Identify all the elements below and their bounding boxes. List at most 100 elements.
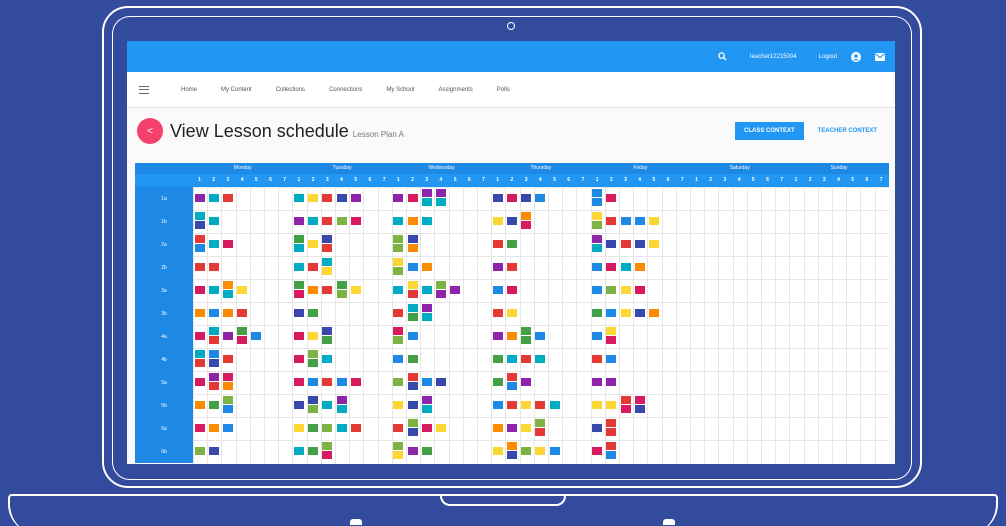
lesson-tile[interactable] <box>208 194 219 202</box>
lesson-tile[interactable] <box>293 332 304 340</box>
lesson-tile[interactable] <box>606 355 617 363</box>
nav-item-my-school[interactable]: My School <box>386 87 414 93</box>
lesson-tile[interactable] <box>308 378 319 386</box>
lesson-tile[interactable] <box>521 355 532 363</box>
lesson-tile[interactable] <box>620 286 631 294</box>
lesson-tile[interactable] <box>194 424 205 432</box>
lesson-tile[interactable] <box>407 244 418 252</box>
nav-item-my-content[interactable]: My Content <box>221 87 252 93</box>
lesson-tile[interactable] <box>393 267 404 275</box>
lesson-tile[interactable] <box>322 217 333 225</box>
lesson-tile[interactable] <box>492 447 503 455</box>
lesson-tile[interactable] <box>208 217 219 225</box>
lesson-tile[interactable] <box>308 194 319 202</box>
lesson-tile[interactable] <box>322 378 333 386</box>
lesson-tile[interactable] <box>393 401 404 409</box>
lesson-tile[interactable] <box>407 401 418 409</box>
lesson-tile[interactable] <box>393 424 404 432</box>
lesson-tile[interactable] <box>407 373 418 381</box>
lesson-tile[interactable] <box>237 309 248 317</box>
lesson-tile[interactable] <box>208 382 219 390</box>
lesson-tile[interactable] <box>208 401 219 409</box>
lesson-tile[interactable] <box>421 304 432 312</box>
lesson-tile[interactable] <box>293 194 304 202</box>
lesson-tile[interactable] <box>208 336 219 344</box>
lesson-tile[interactable] <box>521 401 532 409</box>
lesson-tile[interactable] <box>592 244 603 252</box>
lesson-tile[interactable] <box>322 336 333 344</box>
lesson-tile[interactable] <box>237 336 248 344</box>
lesson-tile[interactable] <box>222 309 233 317</box>
lesson-tile[interactable] <box>194 194 205 202</box>
lesson-tile[interactable] <box>322 451 333 459</box>
lesson-tile[interactable] <box>222 355 233 363</box>
lesson-tile[interactable] <box>634 217 645 225</box>
lesson-tile[interactable] <box>606 428 617 436</box>
lesson-tile[interactable] <box>407 304 418 312</box>
lesson-tile[interactable] <box>421 447 432 455</box>
lesson-tile[interactable] <box>606 309 617 317</box>
lesson-tile[interactable] <box>308 359 319 367</box>
lesson-tile[interactable] <box>620 263 631 271</box>
lesson-tile[interactable] <box>506 355 517 363</box>
lesson-tile[interactable] <box>492 378 503 386</box>
lesson-tile[interactable] <box>450 286 461 294</box>
lesson-tile[interactable] <box>194 263 205 271</box>
lesson-tile[interactable] <box>237 327 248 335</box>
lesson-tile[interactable] <box>194 244 205 252</box>
lesson-tile[interactable] <box>506 286 517 294</box>
lesson-tile[interactable] <box>393 355 404 363</box>
lesson-tile[interactable] <box>634 263 645 271</box>
lesson-tile[interactable] <box>208 263 219 271</box>
lesson-tile[interactable] <box>421 424 432 432</box>
lesson-tile[interactable] <box>222 290 233 298</box>
lesson-tile[interactable] <box>208 359 219 367</box>
lesson-tile[interactable] <box>322 267 333 275</box>
lesson-tile[interactable] <box>208 240 219 248</box>
lesson-tile[interactable] <box>648 240 659 248</box>
lesson-tile[interactable] <box>435 189 446 197</box>
lesson-tile[interactable] <box>606 336 617 344</box>
lesson-tile[interactable] <box>222 405 233 413</box>
lesson-tile[interactable] <box>322 286 333 294</box>
lesson-tile[interactable] <box>336 396 347 404</box>
lesson-tile[interactable] <box>208 350 219 358</box>
lesson-tile[interactable] <box>251 332 262 340</box>
lesson-tile[interactable] <box>222 424 233 432</box>
lesson-tile[interactable] <box>606 327 617 335</box>
lesson-tile[interactable] <box>506 332 517 340</box>
lesson-tile[interactable] <box>222 373 233 381</box>
lesson-tile[interactable] <box>308 424 319 432</box>
lesson-tile[interactable] <box>506 263 517 271</box>
lesson-tile[interactable] <box>237 286 248 294</box>
lesson-tile[interactable] <box>208 373 219 381</box>
lesson-tile[interactable] <box>592 378 603 386</box>
lesson-tile[interactable] <box>606 194 617 202</box>
lesson-tile[interactable] <box>293 290 304 298</box>
lesson-tile[interactable] <box>606 378 617 386</box>
lesson-tile[interactable] <box>293 263 304 271</box>
lesson-tile[interactable] <box>293 424 304 432</box>
lesson-tile[interactable] <box>506 442 517 450</box>
lesson-tile[interactable] <box>308 309 319 317</box>
lesson-tile[interactable] <box>535 355 546 363</box>
lesson-tile[interactable] <box>506 424 517 432</box>
lesson-tile[interactable] <box>322 258 333 266</box>
lesson-tile[interactable] <box>322 442 333 450</box>
lesson-tile[interactable] <box>208 447 219 455</box>
lesson-tile[interactable] <box>350 217 361 225</box>
lesson-tile[interactable] <box>435 290 446 298</box>
lesson-tile[interactable] <box>620 405 631 413</box>
lesson-tile[interactable] <box>592 401 603 409</box>
lesson-tile[interactable] <box>208 424 219 432</box>
lesson-tile[interactable] <box>506 217 517 225</box>
lesson-tile[interactable] <box>492 332 503 340</box>
lesson-tile[interactable] <box>606 401 617 409</box>
lesson-tile[interactable] <box>393 309 404 317</box>
lesson-tile[interactable] <box>435 424 446 432</box>
nav-item-polls[interactable]: Polls <box>497 87 510 93</box>
lesson-tile[interactable] <box>393 451 404 459</box>
lesson-tile[interactable] <box>194 212 205 220</box>
lesson-tile[interactable] <box>506 401 517 409</box>
lesson-tile[interactable] <box>606 442 617 450</box>
